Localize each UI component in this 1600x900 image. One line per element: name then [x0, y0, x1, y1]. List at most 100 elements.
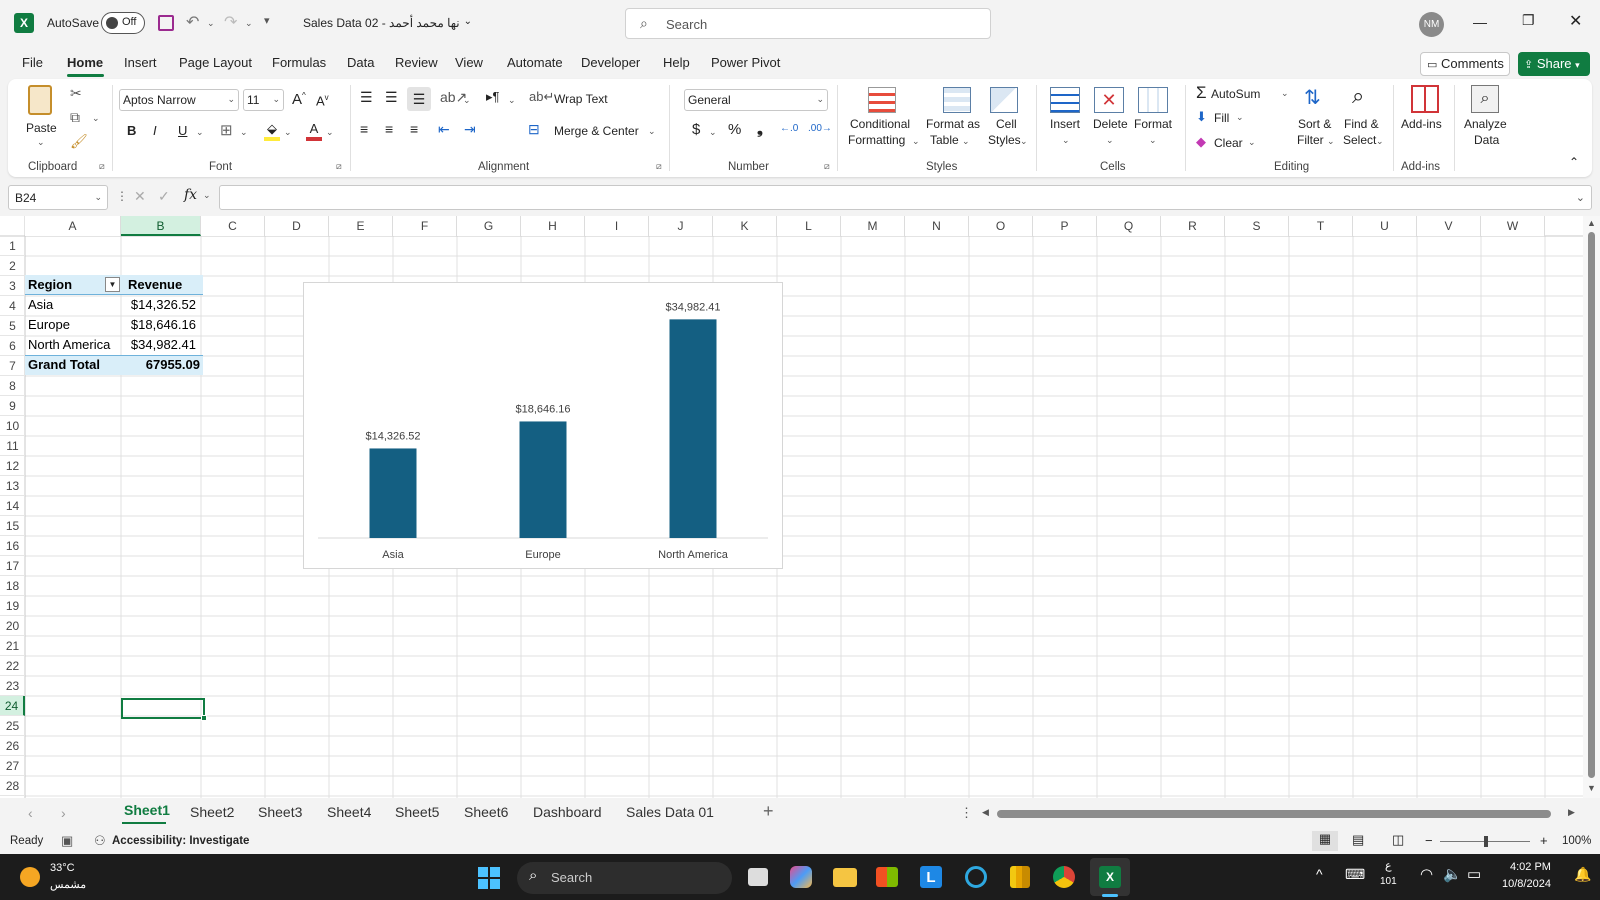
chevron-down-icon[interactable]: ⌄	[1149, 135, 1157, 146]
sheet-tab-sheet5[interactable]: Sheet5	[395, 804, 439, 820]
search-box[interactable]: ⌕ Search	[625, 8, 991, 39]
tab-power-pivot[interactable]: Power Pivot	[711, 55, 780, 70]
collapse-ribbon-icon[interactable]: ⌃	[1569, 155, 1579, 169]
autosum-icon[interactable]: Σ	[1196, 83, 1207, 103]
row-header[interactable]: 21	[0, 636, 25, 656]
merge-center-label[interactable]: Merge & Center	[554, 124, 639, 138]
scroll-tabs-left-icon[interactable]: ‹	[28, 805, 33, 821]
conditional-formatting-icon[interactable]	[868, 87, 896, 113]
sort-filter-icon[interactable]: ⇅	[1304, 85, 1321, 110]
find-select-label-2[interactable]: Select	[1343, 133, 1376, 148]
decrease-indent-icon[interactable]: ⇤	[438, 121, 450, 138]
fill-color-icon[interactable]: ⬙	[264, 121, 280, 141]
sheet-tab-dashboard[interactable]: Dashboard	[533, 804, 602, 820]
task-view-icon[interactable]	[748, 868, 768, 886]
weather-desc[interactable]: مشمس	[50, 878, 86, 891]
tab-automate[interactable]: Automate	[507, 55, 563, 70]
vertical-scroll-thumb[interactable]	[1588, 232, 1595, 778]
chrome-icon[interactable]	[1053, 866, 1075, 888]
cell-styles-label-2[interactable]: Styles	[988, 133, 1021, 148]
column-header[interactable]: S	[1225, 216, 1289, 236]
format-as-table-icon[interactable]	[943, 87, 971, 113]
language-top[interactable]: ع	[1385, 859, 1392, 872]
more-icon[interactable]: ⋮	[116, 189, 128, 203]
italic-icon[interactable]: I	[153, 123, 157, 138]
row-header[interactable]: 1	[0, 236, 25, 256]
zoom-out-icon[interactable]: −	[1425, 833, 1433, 848]
pivot-revenue-cell[interactable]: $18,646.16	[128, 315, 196, 335]
fill-icon[interactable]: ⬇	[1196, 109, 1207, 125]
file-explorer-icon[interactable]	[833, 868, 857, 887]
formula-input[interactable]: ⌄	[219, 185, 1592, 210]
column-header[interactable]: T	[1289, 216, 1353, 236]
windows-start-icon[interactable]	[478, 867, 500, 889]
column-header[interactable]: K	[713, 216, 777, 236]
column-header[interactable]: W	[1481, 216, 1545, 236]
fill-dropdown-icon[interactable]: ⌄	[1236, 112, 1244, 123]
row-header[interactable]: 23	[0, 676, 25, 696]
cut-icon[interactable]: ✂	[70, 85, 82, 102]
chevron-down-icon[interactable]: ⌄	[1376, 136, 1384, 147]
fill-label[interactable]: Fill	[1214, 111, 1229, 125]
column-header[interactable]: A	[25, 216, 121, 236]
microsoft-store-icon[interactable]	[876, 867, 898, 887]
sheet-tab-sheet6[interactable]: Sheet6	[464, 804, 508, 820]
pivot-header-revenue[interactable]: Revenue	[128, 275, 182, 295]
autosum-dropdown-icon[interactable]: ⌄	[1281, 88, 1289, 99]
currency-dropdown-icon[interactable]: ⌄	[709, 127, 717, 138]
restore-icon[interactable]: ❐	[1522, 12, 1535, 29]
row-header[interactable]: 19	[0, 596, 25, 616]
align-left-icon[interactable]: ≡	[360, 121, 368, 137]
pivot-revenue-cell[interactable]: $14,326.52	[128, 295, 196, 315]
conditional-formatting-label-2[interactable]: Formatting	[848, 133, 905, 148]
column-header[interactable]: M	[841, 216, 905, 236]
row-header[interactable]: 12	[0, 456, 25, 476]
copilot-icon[interactable]	[790, 866, 812, 888]
dialog-launcher-icon[interactable]: ⧄	[336, 161, 342, 172]
format-cells-icon[interactable]	[1138, 87, 1168, 113]
expand-formula-icon[interactable]: ⌄	[1576, 191, 1585, 204]
macro-recording-icon[interactable]: ▣	[61, 833, 73, 849]
more-options-icon[interactable]: ⋮	[960, 805, 973, 821]
chevron-down-icon[interactable]: ⌄	[912, 136, 920, 147]
font-size-select[interactable]: 11 ⌄	[243, 89, 284, 111]
zoom-level[interactable]: 100%	[1562, 835, 1591, 847]
active-cell-selection[interactable]	[121, 698, 205, 719]
delete-cells-label[interactable]: Delete	[1093, 117, 1128, 132]
cell-styles-icon[interactable]	[990, 87, 1018, 113]
pivot-revenue-cell[interactable]: $34,982.41	[128, 335, 196, 355]
tab-insert[interactable]: Insert	[124, 55, 157, 70]
excel-taskbar-icon[interactable]: X	[1099, 866, 1121, 888]
row-header[interactable]: 26	[0, 736, 25, 756]
sheet-tab-sheet1[interactable]: Sheet1	[124, 802, 170, 818]
wrap-text-label[interactable]: Wrap Text	[554, 92, 608, 106]
row-header[interactable]: 15	[0, 516, 25, 536]
decrease-font-icon[interactable]: Av	[316, 93, 329, 108]
undo-dropdown-icon[interactable]: ⌄	[207, 18, 215, 29]
decrease-decimal-icon[interactable]: .00→	[808, 123, 832, 134]
text-direction-dropdown-icon[interactable]: ⌄	[508, 95, 516, 106]
column-header[interactable]: U	[1353, 216, 1417, 236]
zoom-slider[interactable]	[1440, 836, 1530, 847]
find-select-label-1[interactable]: Find &	[1344, 117, 1379, 132]
sort-filter-label-2[interactable]: Filter	[1297, 133, 1324, 148]
horizontal-scroll-thumb[interactable]	[997, 810, 1551, 818]
format-as-table-label-1[interactable]: Format as	[926, 117, 980, 132]
increase-indent-icon[interactable]: ⇥	[464, 121, 476, 138]
pivot-header-region[interactable]: Region	[28, 275, 72, 295]
align-right-icon[interactable]: ≡	[410, 121, 418, 137]
row-header[interactable]: 20	[0, 616, 25, 636]
sun-weather-icon[interactable]	[20, 867, 40, 887]
tab-file[interactable]: File	[22, 55, 43, 70]
number-format-select[interactable]: General ⌄	[684, 89, 828, 111]
add-ins-icon[interactable]	[1411, 85, 1439, 113]
add-sheet-icon[interactable]: +	[763, 801, 774, 822]
merge-dropdown-icon[interactable]: ⌄	[648, 126, 656, 137]
row-header[interactable]: 22	[0, 656, 25, 676]
pivot-region-cell[interactable]: North America	[28, 335, 110, 355]
format-cells-label[interactable]: Format	[1134, 117, 1172, 132]
row-header[interactable]: 8	[0, 376, 25, 396]
minimize-icon[interactable]: —	[1473, 14, 1487, 30]
row-header[interactable]: 7	[0, 356, 25, 376]
paste-icon[interactable]	[28, 85, 52, 115]
